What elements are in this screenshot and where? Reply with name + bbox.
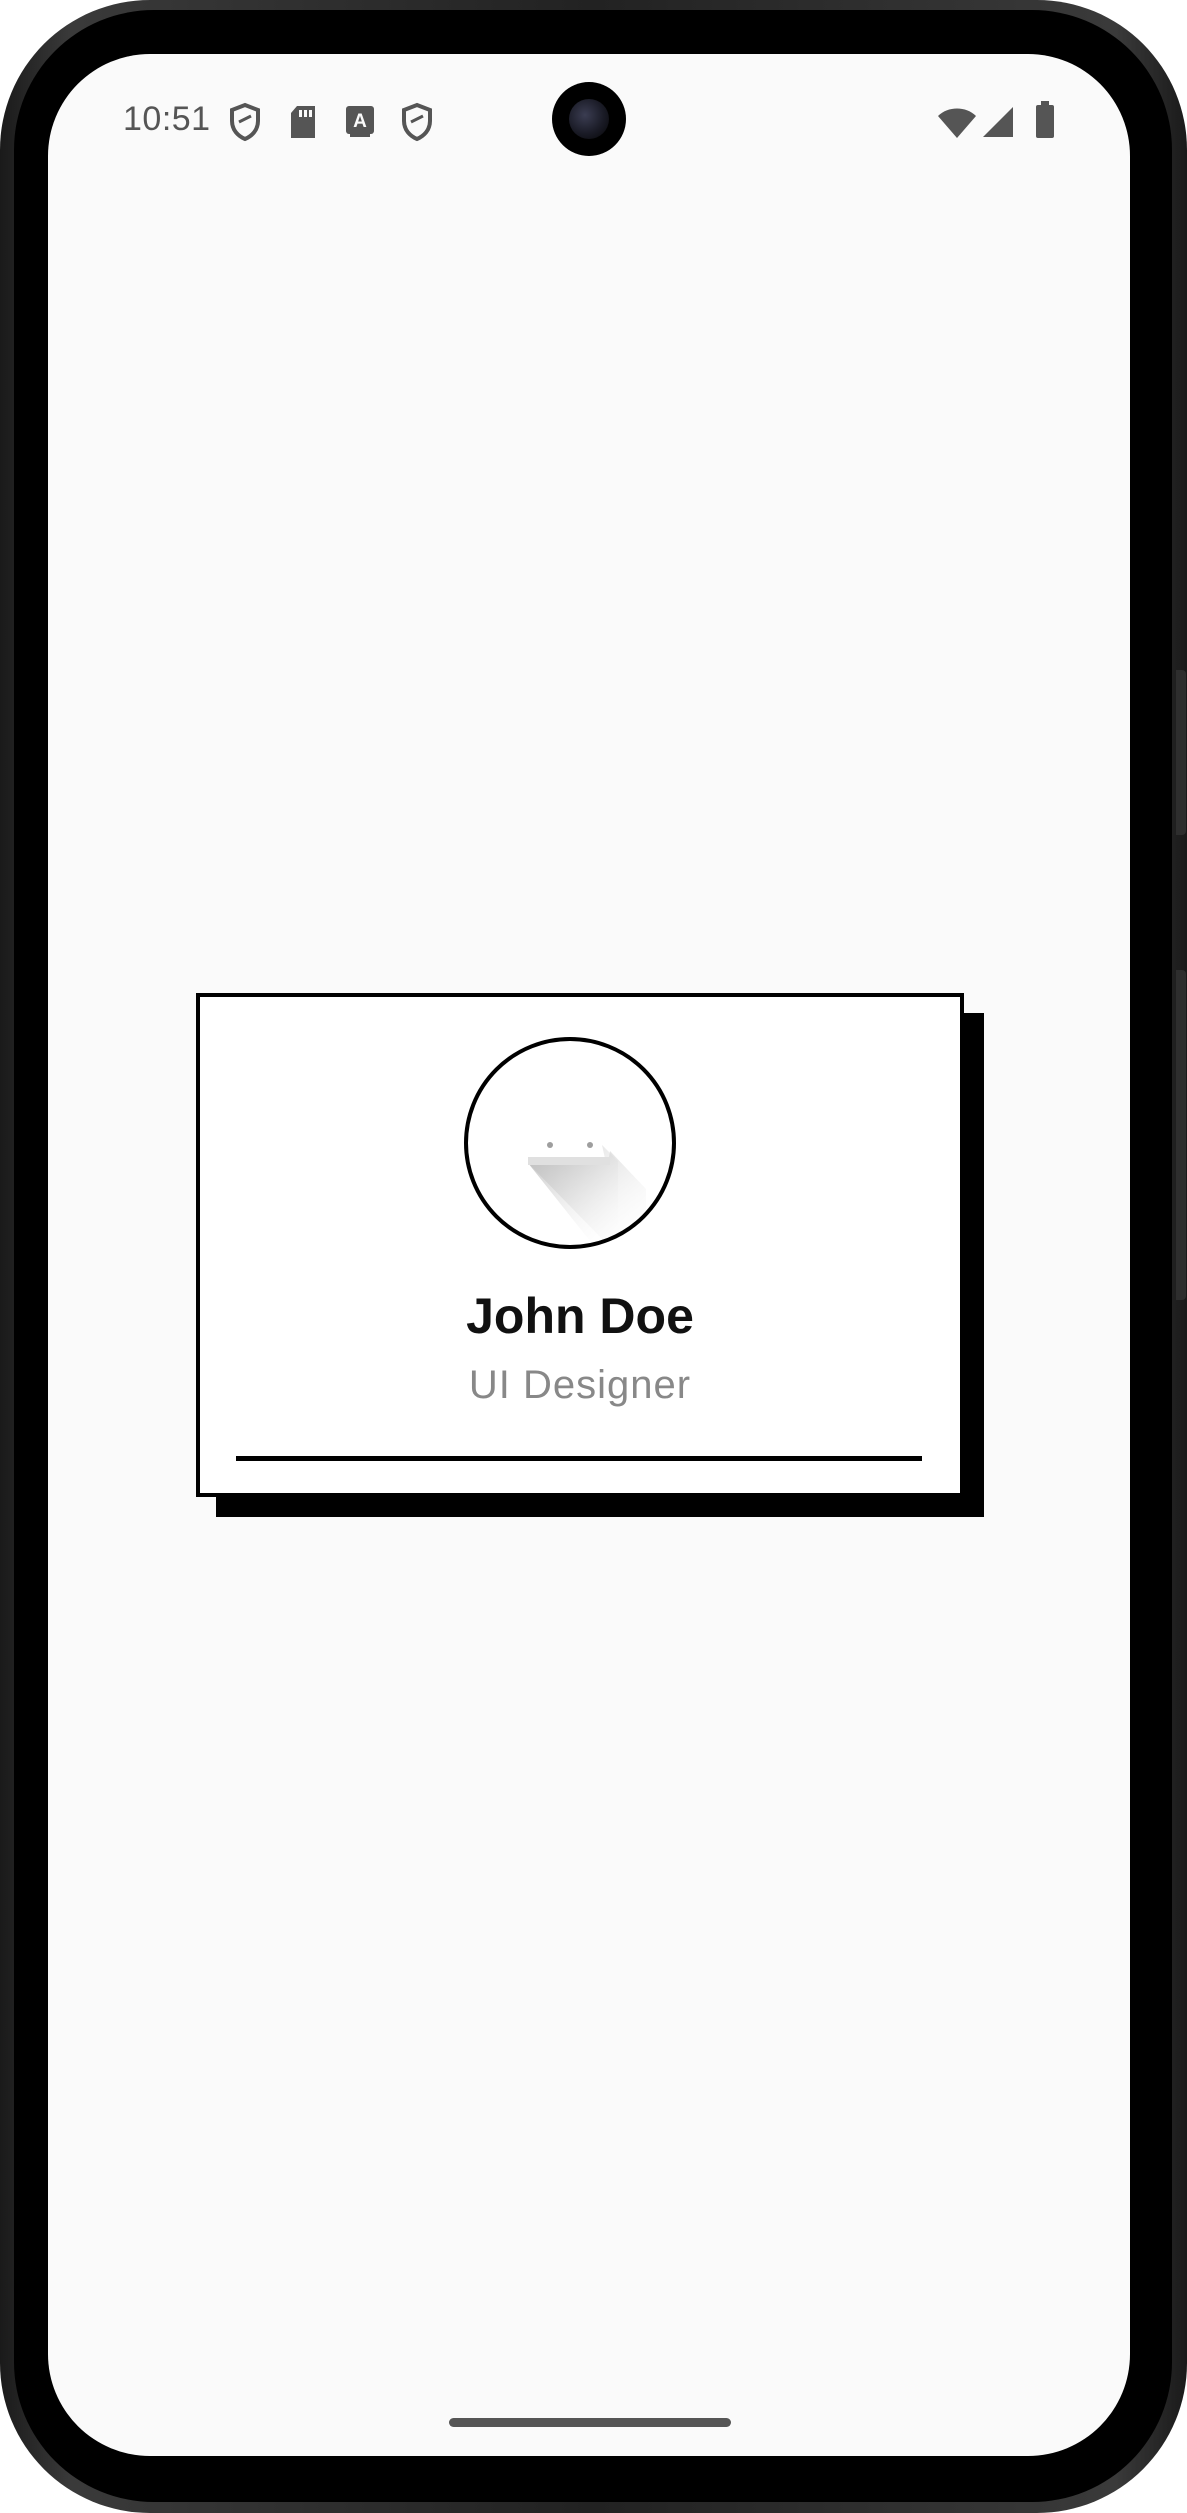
avatar-placeholder-icon [528, 1142, 646, 1245]
home-indicator[interactable] [449, 2418, 731, 2427]
shield-icon [402, 102, 432, 142]
profile-title: UI Designer [468, 1363, 692, 1407]
avatar [464, 1037, 676, 1249]
font-a-icon: A [346, 106, 374, 137]
wifi-icon [938, 108, 976, 138]
status-time: 10:51 [123, 100, 211, 138]
power-button [1176, 970, 1186, 1300]
profile-name: John Doe [466, 1288, 694, 1344]
signal-icon [983, 107, 1013, 137]
card-divider [236, 1456, 922, 1461]
sd-card-icon [291, 106, 315, 138]
profile-card: John Doe UI Designer [196, 993, 964, 1497]
shield-icon [230, 102, 260, 142]
svg-text:A: A [353, 111, 367, 132]
camera-lens [569, 99, 609, 139]
screen: 10:51 A John Doe UI Designer [48, 54, 1130, 2456]
volume-button [1176, 670, 1186, 835]
battery-icon [1036, 101, 1054, 138]
